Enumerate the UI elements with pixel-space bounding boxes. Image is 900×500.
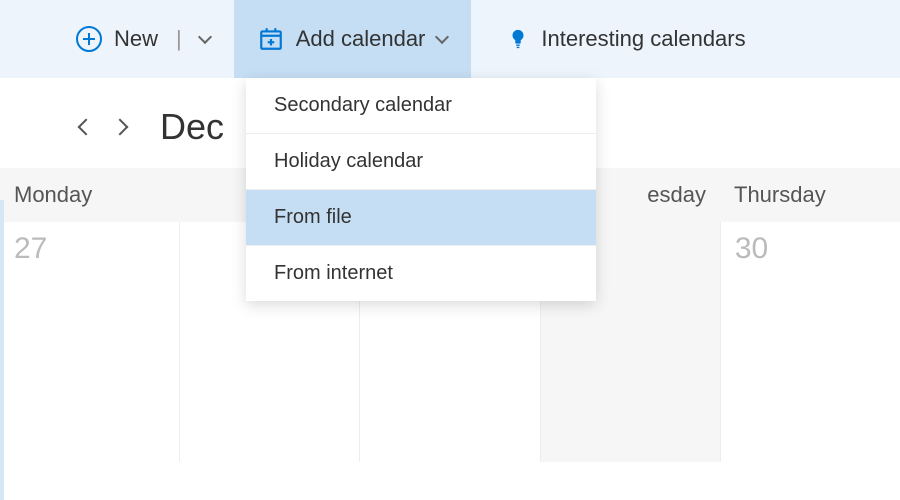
toolbar: New | Add calendar Interesting calend xyxy=(0,0,900,78)
dropdown-item-from-file[interactable]: From file xyxy=(246,190,596,246)
chevron-down-icon[interactable] xyxy=(198,30,212,44)
next-month-button[interactable] xyxy=(112,119,129,136)
add-calendar-label: Add calendar xyxy=(296,26,426,52)
left-edge-accent xyxy=(0,200,4,500)
interesting-calendars-button[interactable]: Interesting calendars xyxy=(471,0,769,78)
dropdown-item-holiday[interactable]: Holiday calendar xyxy=(246,134,596,190)
add-calendar-dropdown: Secondary calendar Holiday calendar From… xyxy=(246,78,596,301)
new-label: New xyxy=(114,26,158,52)
month-title: Dec xyxy=(160,106,224,148)
divider: | xyxy=(176,26,182,52)
day-header-thu: Thursday xyxy=(720,182,900,208)
prev-month-button[interactable] xyxy=(78,119,95,136)
day-header-mon: Monday xyxy=(0,182,180,208)
new-button[interactable]: New | xyxy=(0,0,234,78)
dropdown-item-from-internet[interactable]: From internet xyxy=(246,246,596,301)
add-calendar-button[interactable]: Add calendar xyxy=(234,0,472,78)
day-cell[interactable]: 27 xyxy=(0,222,180,462)
calendar-plus-icon xyxy=(258,26,284,52)
day-cell[interactable]: 30 xyxy=(721,222,900,462)
bulb-icon xyxy=(507,28,529,50)
dropdown-item-secondary[interactable]: Secondary calendar xyxy=(246,78,596,134)
plus-circle-icon xyxy=(76,26,102,52)
interesting-label: Interesting calendars xyxy=(541,26,745,52)
chevron-down-icon xyxy=(435,30,449,44)
